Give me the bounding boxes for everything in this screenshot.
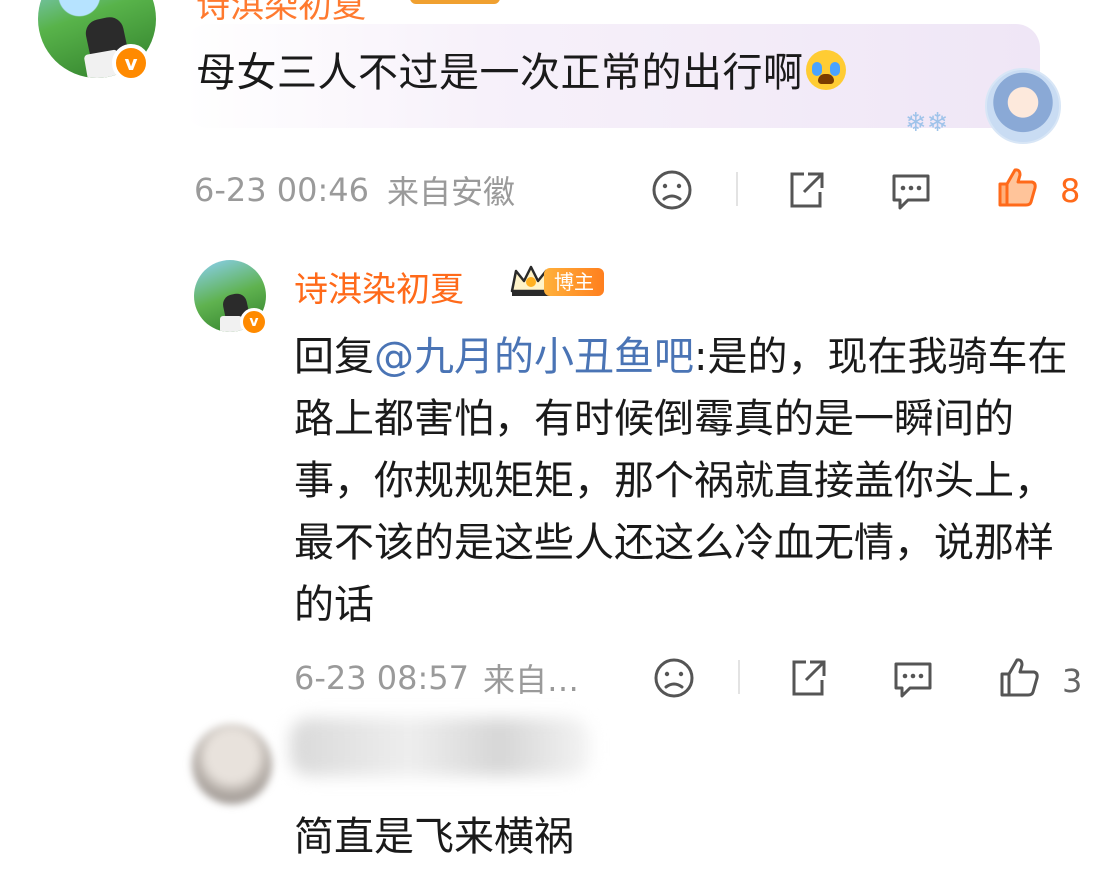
comment-meta-row: 6-23 00:46 来自安徽 bbox=[194, 168, 1094, 212]
like-count: 3 bbox=[1062, 662, 1083, 700]
reply-meta-row: 6-23 08:57 来自… bbox=[294, 656, 624, 700]
divider bbox=[736, 172, 738, 206]
reply-text[interactable]: 回复@九月的小丑鱼吧:是的，现在我骑车在路上都害怕，有时候倒霉真的是一瞬间的事，… bbox=[294, 326, 1074, 636]
mention-link[interactable]: @九月的小丑鱼吧 bbox=[374, 334, 694, 380]
share-icon[interactable] bbox=[786, 656, 830, 700]
comment-location: 来自安徽 bbox=[387, 173, 516, 211]
comment-text[interactable]: 简直是飞来横祸 bbox=[294, 804, 574, 862]
comment-icon[interactable] bbox=[888, 168, 934, 212]
share-icon[interactable] bbox=[784, 168, 828, 212]
bubble-decoration-avatar bbox=[985, 68, 1061, 144]
commenter-name[interactable]: 诗淇染初夏 bbox=[196, 0, 366, 27]
snowflake-decoration-icon: ❄❄ bbox=[905, 108, 949, 138]
blurred-username[interactable] bbox=[290, 718, 590, 776]
dislike-face-icon[interactable] bbox=[652, 656, 696, 700]
reply-location: 来自… bbox=[483, 661, 580, 699]
thumbs-up-icon[interactable] bbox=[996, 654, 1042, 700]
verified-badge-icon: v bbox=[240, 308, 268, 336]
vip-crown-icon bbox=[410, 0, 500, 4]
blurred-avatar[interactable] bbox=[192, 724, 272, 804]
reply-username[interactable]: 诗淇染初夏 bbox=[294, 262, 464, 311]
dislike-face-icon[interactable] bbox=[650, 168, 694, 212]
crying-emoji-icon bbox=[805, 50, 846, 90]
divider bbox=[738, 660, 740, 694]
like-count: 8 bbox=[1060, 172, 1081, 210]
thumbs-up-icon[interactable] bbox=[994, 164, 1040, 210]
comment-icon[interactable] bbox=[890, 656, 936, 700]
verified-badge-icon: v bbox=[112, 44, 150, 82]
blogger-badge: 博主 bbox=[544, 268, 604, 296]
reply-time: 6-23 08:57 bbox=[294, 659, 470, 697]
comment-text[interactable]: 母女三人不过是一次正常的出行啊 bbox=[196, 40, 846, 98]
comment-time: 6-23 00:46 bbox=[194, 171, 370, 209]
